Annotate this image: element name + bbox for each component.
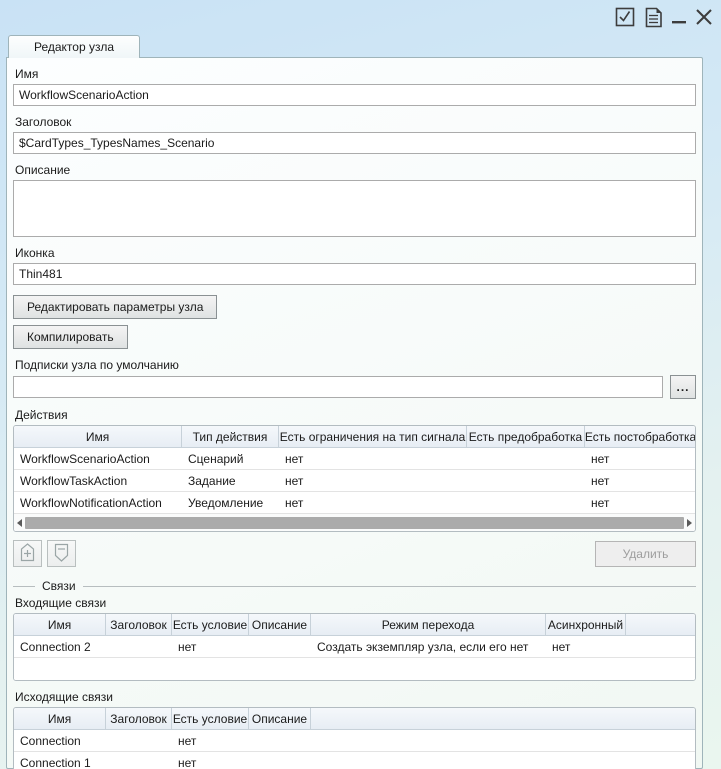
links-groupbox-header: Связи: [13, 579, 696, 593]
description-input[interactable]: [13, 180, 696, 237]
table-cell: Connection 2: [14, 636, 106, 657]
actions-label: Действия: [15, 408, 696, 422]
table-row[interactable]: WorkflowNotificationActionУведомлениенет…: [14, 492, 695, 514]
table-cell: нет: [279, 492, 467, 513]
table-cell: нет: [279, 470, 467, 491]
incoming-links-label: Входящие связи: [15, 596, 696, 610]
column-header[interactable]: Заголовок: [106, 708, 172, 729]
outgoing-links-label: Исходящие связи: [15, 690, 696, 704]
table-cell: [249, 730, 311, 751]
actions-table: ИмяТип действияЕсть ограничения на тип с…: [13, 425, 696, 532]
table-cell: Сценарий: [182, 448, 279, 469]
table-cell: Connection: [14, 730, 106, 751]
table-cell: [467, 470, 585, 491]
column-header[interactable]: Есть предобработка: [467, 426, 585, 447]
table-cell: нет: [279, 448, 467, 469]
incoming-links-table: ИмяЗаголовокЕсть условиеОписаниеРежим пе…: [13, 613, 696, 681]
name-input[interactable]: [13, 84, 696, 106]
table-cell: Уведомление: [182, 492, 279, 513]
table-cell: Создать экземпляр узла, если его нет: [311, 636, 546, 657]
node-editor-panel: Имя Заголовок Описание Иконка Редактиров…: [6, 57, 703, 769]
close-icon[interactable]: [695, 8, 713, 26]
column-header[interactable]: Режим перехода: [311, 614, 546, 635]
table-cell: Задание: [182, 470, 279, 491]
minimize-icon[interactable]: [672, 7, 686, 27]
check-square-icon[interactable]: [615, 7, 635, 27]
default-subscriptions-row: ...: [13, 375, 696, 399]
table-header-row: ИмяЗаголовокЕсть условиеОписание: [14, 708, 695, 730]
table-cell: WorkflowTaskAction: [14, 470, 182, 491]
titlebar-icons: [615, 4, 713, 30]
table-row[interactable]: WorkflowTaskActionЗаданиенетнет: [14, 470, 695, 492]
pentagon-down-minus-icon: [53, 543, 70, 565]
column-header-filler: [626, 614, 695, 635]
divider-line: [83, 586, 696, 587]
browse-button[interactable]: ...: [670, 375, 696, 399]
pentagon-up-plus-icon: [19, 543, 36, 565]
table-header-row: ИмяЗаголовокЕсть условиеОписаниеРежим пе…: [14, 614, 695, 636]
caption-input[interactable]: [13, 132, 696, 154]
column-header[interactable]: Асинхронный: [546, 614, 626, 635]
column-header[interactable]: Имя: [14, 614, 106, 635]
document-icon[interactable]: [644, 7, 663, 28]
table-row[interactable]: Connection нет: [14, 730, 695, 752]
column-header[interactable]: Есть условие: [172, 614, 249, 635]
scroll-right-arrow[interactable]: [687, 519, 692, 527]
table-cell: нет: [585, 492, 696, 513]
table-cell: [106, 730, 172, 751]
column-header[interactable]: Тип действия: [182, 426, 279, 447]
table-cell: Connection 1: [14, 752, 106, 769]
divider-line: [13, 586, 35, 587]
column-header[interactable]: Описание: [249, 708, 311, 729]
table-cell: [467, 448, 585, 469]
default-subscriptions-input[interactable]: [13, 376, 663, 398]
tab-node-editor[interactable]: Редактор узла: [8, 35, 140, 58]
tab-label: Редактор узла: [34, 40, 114, 54]
compile-button[interactable]: Компилировать: [13, 325, 128, 349]
column-header[interactable]: Имя: [14, 426, 182, 447]
remove-action-button[interactable]: [47, 540, 76, 567]
table-cell: нет: [172, 730, 249, 751]
column-header-filler: [311, 708, 695, 729]
table-cell: нет: [172, 636, 249, 657]
table-cell: WorkflowScenarioAction: [14, 448, 182, 469]
description-label: Описание: [15, 163, 696, 177]
table-cell: нет: [546, 636, 626, 657]
column-header[interactable]: Есть ограничения на тип сигнала: [279, 426, 467, 447]
horizontal-scrollbar: [14, 514, 695, 531]
table-cell: нет: [172, 752, 249, 769]
scroll-thumb[interactable]: [25, 517, 684, 529]
actions-buttons-row: Удалить: [13, 540, 696, 567]
edit-node-params-button[interactable]: Редактировать параметры узла: [13, 295, 217, 319]
icon-label: Иконка: [15, 246, 696, 260]
table-cell: нет: [585, 470, 696, 491]
table-cell: [467, 492, 585, 513]
table-row[interactable]: Connection 1 нет: [14, 752, 695, 769]
caption-label: Заголовок: [15, 115, 696, 129]
column-header[interactable]: Описание: [249, 614, 311, 635]
outgoing-links-table: ИмяЗаголовокЕсть условиеОписаниеConnecti…: [13, 707, 696, 769]
table-cell: [106, 752, 172, 769]
links-group-label: Связи: [35, 579, 83, 593]
column-header[interactable]: Есть условие: [172, 708, 249, 729]
column-header[interactable]: Имя: [14, 708, 106, 729]
scroll-left-arrow[interactable]: [17, 519, 22, 527]
table-cell: нет: [585, 448, 696, 469]
empty-table-space: [14, 658, 695, 680]
table-cell: [249, 636, 311, 657]
name-label: Имя: [15, 67, 696, 81]
table-cell: [249, 752, 311, 769]
table-row[interactable]: WorkflowScenarioActionСценарийнетнет: [14, 448, 695, 470]
table-row[interactable]: Connection 2нетСоздать экземпляр узла, е…: [14, 636, 695, 658]
icon-input[interactable]: [13, 263, 696, 285]
add-action-button[interactable]: [13, 540, 42, 567]
column-header[interactable]: Есть постобработка: [585, 426, 696, 447]
default-subscriptions-label: Подписки узла по умолчанию: [15, 358, 696, 372]
table-cell: [106, 636, 172, 657]
delete-button[interactable]: Удалить: [595, 541, 696, 567]
column-header[interactable]: Заголовок: [106, 614, 172, 635]
table-cell: WorkflowNotificationAction: [14, 492, 182, 513]
table-header-row: ИмяТип действияЕсть ограничения на тип с…: [14, 426, 695, 448]
